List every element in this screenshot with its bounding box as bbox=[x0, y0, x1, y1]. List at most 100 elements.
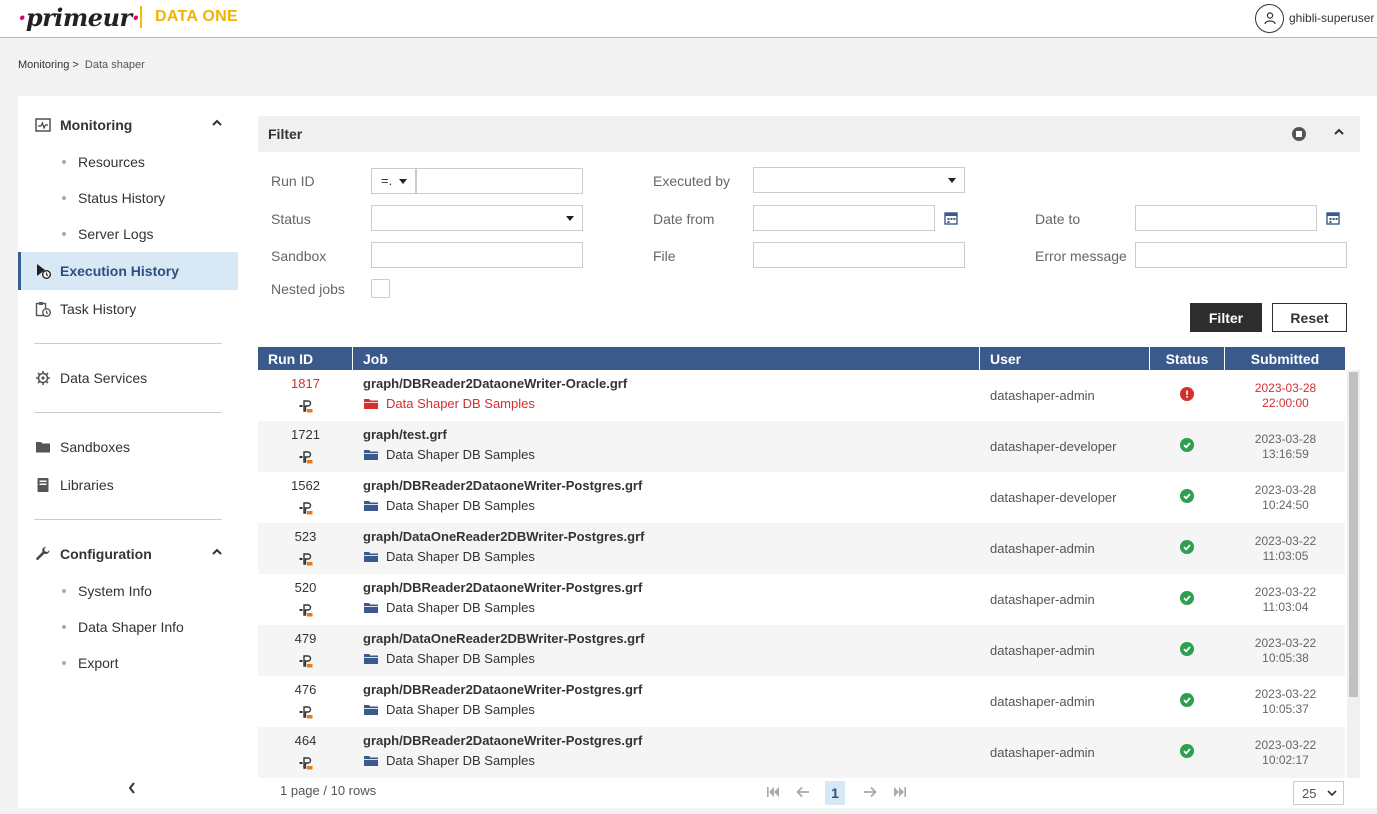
user-name[interactable]: ghibli-superuser bbox=[1289, 11, 1374, 25]
sidebar-item-sandboxes[interactable]: Sandboxes bbox=[18, 428, 238, 466]
table-row[interactable]: 1817 graph/DBReader2DataoneWriter-Oracle… bbox=[258, 370, 1345, 421]
table-row[interactable]: 1721 graph/test.grf Data Shaper DB Sampl… bbox=[258, 421, 1345, 472]
run-id-link[interactable]: 476 bbox=[258, 682, 353, 697]
run-detail-icon[interactable] bbox=[299, 654, 313, 668]
sandbox-input[interactable] bbox=[371, 242, 583, 268]
run-detail-icon[interactable] bbox=[299, 705, 313, 719]
breadcrumb-monitoring[interactable]: Monitoring > bbox=[18, 59, 79, 71]
column-submitted[interactable]: Submitted bbox=[1225, 347, 1345, 370]
success-status-icon[interactable] bbox=[1180, 693, 1194, 707]
prev-page-button[interactable] bbox=[793, 782, 813, 802]
success-status-icon[interactable] bbox=[1180, 642, 1194, 656]
table-row[interactable]: 523 graph/DataOneReader2DBWriter-Postgre… bbox=[258, 523, 1345, 574]
run-detail-icon[interactable] bbox=[299, 552, 313, 566]
sandbox-link[interactable]: Data Shaper DB Samples bbox=[363, 396, 535, 411]
sandbox-link[interactable]: Data Shaper DB Samples bbox=[363, 498, 535, 513]
collapse-sidebar-button[interactable] bbox=[122, 780, 142, 796]
run-detail-icon[interactable] bbox=[299, 501, 313, 515]
run-id-operator-select[interactable]: =. bbox=[371, 168, 416, 194]
chevron-up-icon[interactable] bbox=[212, 119, 222, 127]
executed-by-select[interactable] bbox=[753, 167, 965, 193]
success-status-icon[interactable] bbox=[1180, 438, 1194, 452]
run-detail-icon[interactable] bbox=[299, 603, 313, 617]
run-id-link[interactable]: 520 bbox=[258, 580, 353, 595]
wrench-icon bbox=[34, 545, 52, 563]
job-link[interactable]: graph/test.grf bbox=[363, 427, 447, 442]
sidebar-item-libraries[interactable]: Libraries bbox=[18, 466, 238, 504]
run-id-link[interactable]: 523 bbox=[258, 529, 353, 544]
chevron-up-icon[interactable] bbox=[1334, 128, 1344, 136]
next-page-button[interactable] bbox=[860, 782, 880, 802]
table-row[interactable]: 464 graph/DBReader2DataoneWriter-Postgre… bbox=[258, 727, 1345, 778]
success-status-icon[interactable] bbox=[1180, 489, 1194, 503]
sidebar-item-server-logs[interactable]: Server Logs bbox=[62, 222, 153, 246]
job-link[interactable]: graph/DBReader2DataoneWriter-Postgres.gr… bbox=[363, 478, 642, 493]
stop-icon[interactable] bbox=[1292, 127, 1306, 141]
job-link[interactable]: graph/DBReader2DataoneWriter-Oracle.grf bbox=[363, 376, 627, 391]
column-run-id[interactable]: Run ID bbox=[258, 347, 353, 370]
column-user[interactable]: User bbox=[980, 347, 1150, 370]
sandbox-link[interactable]: Data Shaper DB Samples bbox=[363, 549, 535, 564]
run-detail-icon[interactable] bbox=[299, 399, 313, 413]
date-from-input[interactable] bbox=[753, 205, 935, 231]
run-id-link[interactable]: 479 bbox=[258, 631, 353, 646]
job-link[interactable]: graph/DBReader2DataoneWriter-Postgres.gr… bbox=[363, 580, 642, 595]
job-link[interactable]: graph/DataOneReader2DBWriter-Postgres.gr… bbox=[363, 529, 645, 544]
job-link[interactable]: graph/DBReader2DataoneWriter-Postgres.gr… bbox=[363, 682, 642, 697]
error-message-input[interactable] bbox=[1135, 242, 1347, 268]
file-input[interactable] bbox=[753, 242, 965, 268]
calendar-icon[interactable] bbox=[944, 211, 958, 225]
caret-down-icon bbox=[566, 216, 574, 221]
last-page-button[interactable] bbox=[890, 782, 910, 802]
user-avatar-icon[interactable] bbox=[1255, 3, 1284, 33]
job-link[interactable]: graph/DBReader2DataoneWriter-Postgres.gr… bbox=[363, 733, 642, 748]
sandbox-link[interactable]: Data Shaper DB Samples bbox=[363, 651, 535, 666]
sidebar-item-configuration[interactable]: Configuration bbox=[18, 535, 238, 573]
page-1-button[interactable]: 1 bbox=[825, 781, 845, 805]
sidebar-item-task-history[interactable]: Task History bbox=[18, 290, 238, 328]
column-job[interactable]: Job bbox=[353, 347, 980, 370]
table-row[interactable]: 520 graph/DBReader2DataoneWriter-Postgre… bbox=[258, 574, 1345, 625]
table-row[interactable]: 1562 graph/DBReader2DataoneWriter-Postgr… bbox=[258, 472, 1345, 523]
date-to-input[interactable] bbox=[1135, 205, 1317, 231]
nested-jobs-checkbox[interactable] bbox=[371, 279, 390, 298]
reset-button[interactable]: Reset bbox=[1272, 303, 1347, 332]
sidebar-item-system-info[interactable]: System Info bbox=[62, 579, 152, 603]
run-detail-icon[interactable] bbox=[299, 756, 313, 770]
status-select[interactable] bbox=[371, 205, 583, 231]
scrollbar-thumb[interactable] bbox=[1349, 372, 1358, 697]
run-detail-icon[interactable] bbox=[299, 450, 313, 464]
sidebar-label-execution-history: Execution History bbox=[60, 263, 180, 279]
run-id-link[interactable]: 464 bbox=[258, 733, 353, 748]
sidebar-item-execution-history[interactable]: Execution History bbox=[18, 252, 238, 290]
error-status-icon[interactable] bbox=[1180, 387, 1194, 401]
sidebar-item-data-shaper-info[interactable]: Data Shaper Info bbox=[62, 615, 184, 639]
run-id-link[interactable]: 1817 bbox=[258, 376, 353, 391]
sidebar-item-status-history[interactable]: Status History bbox=[62, 186, 165, 210]
run-id-link[interactable]: 1562 bbox=[258, 478, 353, 493]
job-link[interactable]: graph/DataOneReader2DBWriter-Postgres.gr… bbox=[363, 631, 645, 646]
table-row[interactable]: 476 graph/DBReader2DataoneWriter-Postgre… bbox=[258, 676, 1345, 727]
filter-button[interactable]: Filter bbox=[1190, 303, 1262, 332]
calendar-icon[interactable] bbox=[1326, 211, 1340, 225]
sidebar-item-data-services[interactable]: Data Services bbox=[18, 359, 238, 397]
success-status-icon[interactable] bbox=[1180, 591, 1194, 605]
table-row[interactable]: 479 graph/DataOneReader2DBWriter-Postgre… bbox=[258, 625, 1345, 676]
sandbox-link[interactable]: Data Shaper DB Samples bbox=[363, 753, 535, 768]
sandbox-link[interactable]: Data Shaper DB Samples bbox=[363, 447, 535, 462]
sandbox-link[interactable]: Data Shaper DB Samples bbox=[363, 702, 535, 717]
run-id-link[interactable]: 1721 bbox=[258, 427, 353, 442]
column-status[interactable]: Status bbox=[1150, 347, 1225, 370]
primeur-logo[interactable]: ·primeur· bbox=[18, 3, 140, 32]
sandbox-link[interactable]: Data Shaper DB Samples bbox=[363, 600, 535, 615]
page-size-select[interactable]: 25 bbox=[1293, 781, 1344, 805]
sidebar-item-monitoring[interactable]: Monitoring bbox=[18, 106, 238, 144]
user-menu[interactable]: ghibli-superuser bbox=[1255, 3, 1374, 33]
run-id-input[interactable] bbox=[416, 168, 583, 194]
chevron-up-icon[interactable] bbox=[212, 548, 222, 556]
sidebar-item-resources[interactable]: Resources bbox=[62, 150, 145, 174]
first-page-button[interactable] bbox=[763, 782, 783, 802]
sidebar-item-export[interactable]: Export bbox=[62, 651, 118, 675]
success-status-icon[interactable] bbox=[1180, 540, 1194, 554]
success-status-icon[interactable] bbox=[1180, 744, 1194, 758]
